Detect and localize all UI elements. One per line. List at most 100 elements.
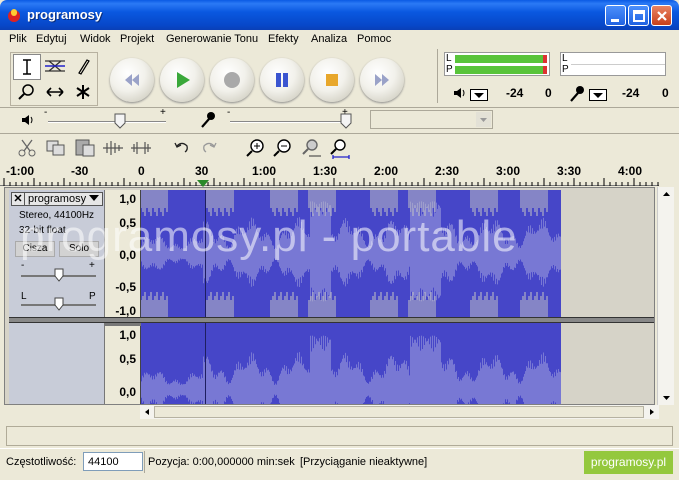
minimize-icon	[611, 19, 619, 22]
amp-label: -1,0	[115, 304, 136, 318]
selection-tool[interactable]	[13, 54, 41, 80]
rec-meter-scale-max: 0	[662, 86, 669, 100]
zoom-fit-selection-icon	[302, 139, 321, 157]
scroll-up-icon[interactable]	[658, 187, 675, 201]
zoom-in-icon	[246, 139, 264, 157]
rec-meter-divider	[571, 64, 665, 65]
window-title: programosy	[27, 7, 103, 22]
tick-label: 2:30	[435, 164, 460, 178]
tick-label: 4:00	[618, 164, 643, 178]
pencil-icon	[78, 59, 90, 75]
menu-widok[interactable]: Widok	[80, 33, 111, 45]
playhead-marker[interactable]	[197, 180, 209, 187]
menu-pomoc[interactable]: Pomoc	[357, 33, 391, 45]
track-name-menu[interactable]: programosy	[28, 193, 86, 205]
amp-label: 0,0	[119, 385, 136, 399]
play-meter-right-label: P	[446, 64, 453, 75]
rate-label: Częstotliwość:	[6, 456, 77, 468]
tick-label: 2:00	[374, 164, 399, 178]
zoom-tool[interactable]	[13, 80, 41, 106]
fit-selection-button[interactable]	[297, 136, 323, 160]
undo-button[interactable]	[170, 136, 194, 160]
output-slider-thumb[interactable]	[114, 113, 126, 129]
output-volume-slider[interactable]	[48, 121, 166, 123]
envelope-tool[interactable]	[41, 54, 69, 80]
redo-icon	[203, 142, 217, 153]
silence-button[interactable]	[128, 136, 154, 160]
vertical-scrollbar[interactable]	[657, 187, 674, 405]
playback-meter-dropdown[interactable]	[470, 89, 488, 101]
play-meter-scale-max: 0	[545, 86, 552, 100]
menu-efekty[interactable]: Efekty	[268, 33, 299, 45]
status-separator	[144, 451, 145, 473]
input-volume-slider[interactable]	[230, 121, 350, 123]
play-meter-scale-min: -24	[506, 86, 524, 100]
fit-project-button[interactable]	[325, 136, 351, 160]
skip-end-button[interactable]	[360, 58, 404, 102]
copy-icon	[46, 140, 65, 156]
menu-edytuj[interactable]: Edytuj	[36, 33, 67, 45]
close-button[interactable]	[651, 5, 672, 26]
microphone-icon	[570, 86, 584, 102]
input-slider-thumb[interactable]	[340, 113, 352, 129]
menu-analiza[interactable]: Analiza	[311, 33, 347, 45]
scroll-down-icon[interactable]	[658, 391, 675, 405]
hscroll-thumb[interactable]	[154, 406, 644, 418]
title-bar[interactable]: programosy	[0, 0, 679, 30]
multi-tool[interactable]	[69, 80, 97, 106]
tick-label: 3:00	[496, 164, 521, 178]
zoom-out-icon	[273, 139, 291, 157]
tick-label: -30	[71, 164, 89, 178]
play-icon	[177, 72, 190, 88]
rec-meter-right-label: P	[562, 64, 569, 75]
watermark-text: programosy.pl - portable	[20, 212, 518, 261]
pan-slider-thumb[interactable]	[54, 297, 64, 311]
silence-icon	[131, 142, 151, 154]
timeline-ruler[interactable]: -1:00 -30 0 30 1:00 1:30 2:00 2:30 3:00 …	[0, 164, 659, 187]
skip-start-button[interactable]	[110, 58, 154, 102]
chevron-down-icon	[476, 112, 491, 127]
scroll-right-icon[interactable]	[645, 405, 659, 419]
snap-status: [Przyciąganie nieaktywne]	[300, 456, 428, 468]
tick-label: 0	[138, 164, 145, 178]
input-source-select[interactable]	[370, 110, 493, 129]
minimize-button[interactable]	[605, 5, 626, 26]
amp-label: 1,0	[119, 328, 136, 342]
play-button[interactable]	[160, 58, 204, 102]
horizontal-scrollbar[interactable]	[140, 405, 659, 419]
close-icon	[657, 11, 667, 21]
menu-plik[interactable]: Plik	[9, 33, 27, 45]
redo-button[interactable]	[197, 136, 221, 160]
trim-icon	[103, 141, 123, 155]
skip-start-icon	[125, 74, 139, 86]
draw-tool[interactable]	[69, 54, 97, 80]
app-icon	[8, 9, 20, 22]
text-cursor-icon	[23, 59, 31, 75]
maximize-button[interactable]	[628, 5, 649, 26]
play-meter-left-label: L	[446, 53, 452, 64]
chevron-down-icon	[89, 195, 99, 201]
track-close-button[interactable]: ✕	[12, 193, 25, 205]
trim-button[interactable]	[100, 136, 126, 160]
menu-generowanie-tonu[interactable]: Generowanie Tonu	[166, 33, 258, 45]
stop-button[interactable]	[310, 58, 354, 102]
gain-slider-thumb[interactable]	[54, 268, 64, 282]
paste-icon	[75, 139, 95, 157]
zoom-out-button[interactable]	[269, 136, 295, 160]
copy-button[interactable]	[43, 136, 69, 160]
record-meter-dropdown[interactable]	[589, 89, 607, 101]
track-header: ✕ programosy	[11, 192, 103, 206]
record-meter: L P	[560, 52, 666, 76]
rec-meter-scale-min: -24	[622, 86, 640, 100]
cut-button[interactable]	[14, 136, 40, 160]
record-button[interactable]	[210, 58, 254, 102]
output-slider-min: -	[44, 107, 48, 118]
timeshift-tool[interactable]	[41, 80, 69, 106]
paste-button[interactable]	[72, 136, 98, 160]
project-rate-field[interactable]: 44100	[83, 452, 143, 471]
menu-projekt[interactable]: Projekt	[120, 33, 154, 45]
scroll-left-icon[interactable]	[140, 405, 154, 419]
zoom-in-button[interactable]	[242, 136, 268, 160]
pause-button[interactable]	[260, 58, 304, 102]
play-meter-bar-right	[455, 66, 543, 74]
